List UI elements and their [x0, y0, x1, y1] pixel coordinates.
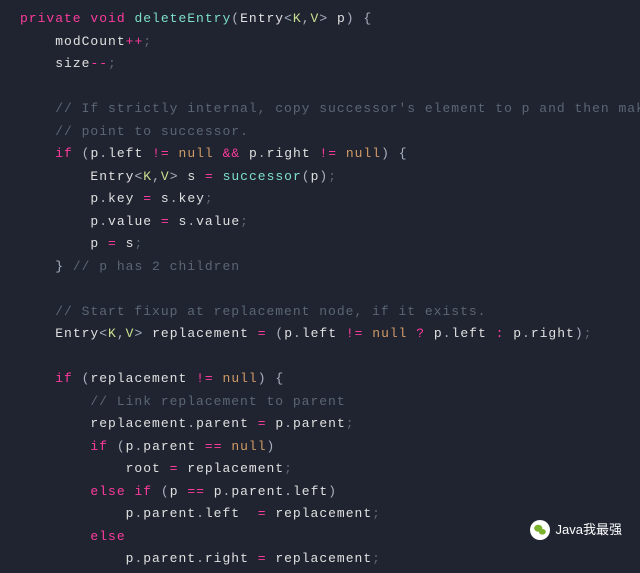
kw-private: private	[20, 11, 82, 26]
watermark-badge: Java我最强	[530, 519, 622, 542]
code-block: private void deleteEntry(Entry<K,V> p) {…	[20, 8, 640, 571]
watermark-text: Java我最强	[556, 519, 622, 542]
comment: // Link replacement to parent	[90, 394, 345, 409]
fn-name: deleteEntry	[134, 11, 231, 26]
comment: // point to successor.	[55, 124, 249, 139]
wechat-icon	[530, 520, 550, 540]
comment: // Start fixup at replacement node, if i…	[55, 304, 486, 319]
kw-void: void	[90, 11, 125, 26]
comment: // If strictly internal, copy successor'…	[55, 101, 640, 116]
